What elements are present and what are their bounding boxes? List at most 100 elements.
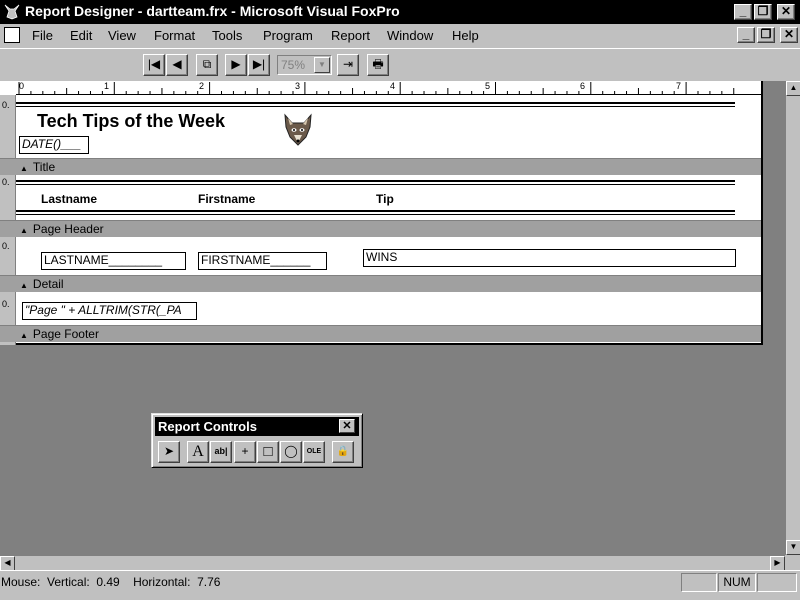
double-line [16, 102, 735, 104]
palette-close-button[interactable]: ✕ [339, 419, 355, 433]
scroll-left-button[interactable]: ◀ [0, 556, 15, 571]
rectangle-tool-button[interactable]: □ [257, 441, 279, 463]
lock-icon: 🔒 [336, 446, 350, 457]
page-number-expression-field[interactable]: "Page " + ALLTRIM(STR(_PA [22, 302, 197, 320]
status-bar: Mouse: Vertical: 0.49 Horizontal: 7.76 N… [0, 570, 800, 600]
minimize-button[interactable]: _ [734, 4, 752, 20]
ruler-mark-0: 0 [19, 81, 25, 91]
pointer-icon: ➤ [163, 444, 175, 458]
minimize-icon: _ [742, 27, 750, 41]
button-lock-button[interactable]: 🔒 [332, 441, 354, 463]
ruler-mark-2: 2 [199, 81, 205, 91]
zoom-select[interactable]: 75% ▼ [277, 55, 332, 75]
doc-minimize-button[interactable]: _ [737, 27, 755, 43]
status-panel-empty [757, 573, 797, 592]
document-icon[interactable] [4, 27, 20, 43]
vertical-scrollbar[interactable]: ▲ ▼ [785, 81, 800, 555]
minimize-icon: _ [739, 4, 747, 18]
menu-window[interactable]: Window [387, 28, 433, 43]
scroll-right-button[interactable]: ▶ [770, 556, 785, 571]
band-label-detail: Detail [32, 277, 64, 291]
foxpro-app-icon[interactable] [3, 3, 21, 21]
page-footer-band[interactable]: "Page " + ALLTRIM(STR(_PA [16, 293, 761, 325]
triangle-up-icon: ▲ [20, 331, 28, 340]
print-preview-toolbar: |◀ ◀ ⧉ ▶ ▶| 75% ▼ ⇥ 🖶 [0, 48, 800, 81]
title-band[interactable]: Tech Tips of the Week DATE()___ [16, 96, 761, 158]
menu-file[interactable]: File [32, 28, 53, 43]
menu-format[interactable]: Format [154, 28, 195, 43]
label-tip[interactable]: Tip [376, 192, 394, 206]
menu-tools[interactable]: Tools [212, 28, 242, 43]
line-tool-icon: + [241, 444, 249, 458]
arrow-down-icon: ▼ [789, 542, 798, 551]
page-header-band-bar[interactable]: ▲ Page Header [0, 220, 761, 237]
horizontal-scrollbar[interactable]: ◀ ▶ [0, 555, 785, 571]
rounded-rectangle-tool-button[interactable]: ◯ [280, 441, 302, 463]
chevron-down-icon[interactable]: ▼ [314, 57, 330, 73]
date-field[interactable]: DATE()___ [19, 136, 89, 154]
arrow-up-icon: ▲ [789, 83, 798, 92]
doc-close-button[interactable]: ✕ [780, 27, 798, 43]
previous-page-button[interactable]: ◀ [166, 54, 188, 76]
palette-title: Report Controls [158, 419, 257, 434]
firstname-field[interactable]: FIRSTNAME______ [198, 252, 327, 270]
zoom-value: 75% [281, 58, 306, 72]
report-designer-canvas[interactable]: 0 1 2 3 4 5 6 7 0. 0. 0. 0. Tech Tips of… [0, 81, 763, 345]
lastname-field[interactable]: LASTNAME________ [41, 252, 186, 270]
pointer-tool-button[interactable]: ➤ [158, 441, 180, 463]
double-line [16, 210, 735, 212]
menu-edit[interactable]: Edit [70, 28, 92, 43]
last-page-button[interactable]: ▶| [248, 54, 270, 76]
workspace: 0 1 2 3 4 5 6 7 0. 0. 0. 0. Tech Tips of… [0, 81, 785, 555]
menu-report[interactable]: Report [331, 28, 370, 43]
label-lastname[interactable]: Lastname [41, 192, 97, 206]
printer-icon: 🖶 [372, 57, 384, 71]
goto-page-button[interactable]: ⧉ [196, 54, 218, 76]
last-record-icon: ▶| [252, 57, 266, 71]
vruler-mark: 0. [2, 241, 10, 251]
vruler-mark: 0. [2, 177, 10, 187]
menu-view[interactable]: View [108, 28, 136, 43]
close-preview-button[interactable]: ⇥ [337, 54, 359, 76]
scroll-down-button[interactable]: ▼ [786, 540, 800, 555]
rule-line [16, 214, 735, 215]
maximize-button[interactable]: ❐ [754, 4, 772, 20]
report-heading[interactable]: Tech Tips of the Week [37, 111, 225, 132]
label-tool-icon: A [192, 443, 204, 460]
close-button[interactable]: ✕ [777, 4, 795, 20]
first-page-button[interactable]: |◀ [143, 54, 165, 76]
print-button[interactable]: 🖶 [367, 54, 389, 76]
next-page-button[interactable]: ▶ [225, 54, 247, 76]
label-tool-button[interactable]: A [187, 441, 209, 463]
fox-logo-icon[interactable] [282, 113, 314, 147]
close-preview-icon: ⇥ [342, 57, 354, 71]
page-footer-band-bar[interactable]: ▲ Page Footer [0, 325, 761, 342]
doc-restore-button[interactable]: ❐ [757, 27, 775, 43]
scroll-up-button[interactable]: ▲ [786, 81, 800, 96]
field-tool-button[interactable]: ab| [210, 441, 232, 463]
ruler-mark-1: 1 [104, 81, 110, 91]
previous-record-icon: ◀ [172, 57, 182, 71]
next-record-icon: ▶ [231, 57, 241, 71]
window-title: Report Designer - dartteam.frx - Microso… [25, 3, 400, 19]
status-panel-empty [681, 573, 717, 592]
label-firstname[interactable]: Firstname [198, 192, 255, 206]
detail-band-bar[interactable]: ▲ Detail [0, 275, 761, 292]
menu-program[interactable]: Program [263, 28, 313, 43]
goto-page-icon: ⧉ [202, 57, 212, 71]
detail-band[interactable]: LASTNAME________ FIRSTNAME______ WINS [16, 238, 761, 275]
menu-help[interactable]: Help [452, 28, 479, 43]
picture-ole-tool-button[interactable]: OLE [303, 441, 325, 463]
num-lock-indicator: NUM [718, 573, 756, 592]
line-tool-button[interactable]: + [234, 441, 256, 463]
wins-field[interactable]: WINS [363, 249, 736, 267]
band-label-page-header: Page Header [32, 222, 104, 236]
rectangle-tool-icon: □ [263, 443, 273, 460]
palette-title-bar[interactable]: Report Controls ✕ [155, 417, 359, 436]
band-label-title: Title [32, 160, 56, 174]
report-controls-palette[interactable]: Report Controls ✕ ➤ A ab| + □ ◯ OLE 🔒 [151, 413, 363, 468]
title-band-bar[interactable]: ▲ Title [0, 158, 761, 175]
first-record-icon: |◀ [147, 57, 161, 71]
triangle-up-icon: ▲ [20, 164, 28, 173]
page-header-band[interactable]: Lastname Firstname Tip [16, 176, 761, 220]
